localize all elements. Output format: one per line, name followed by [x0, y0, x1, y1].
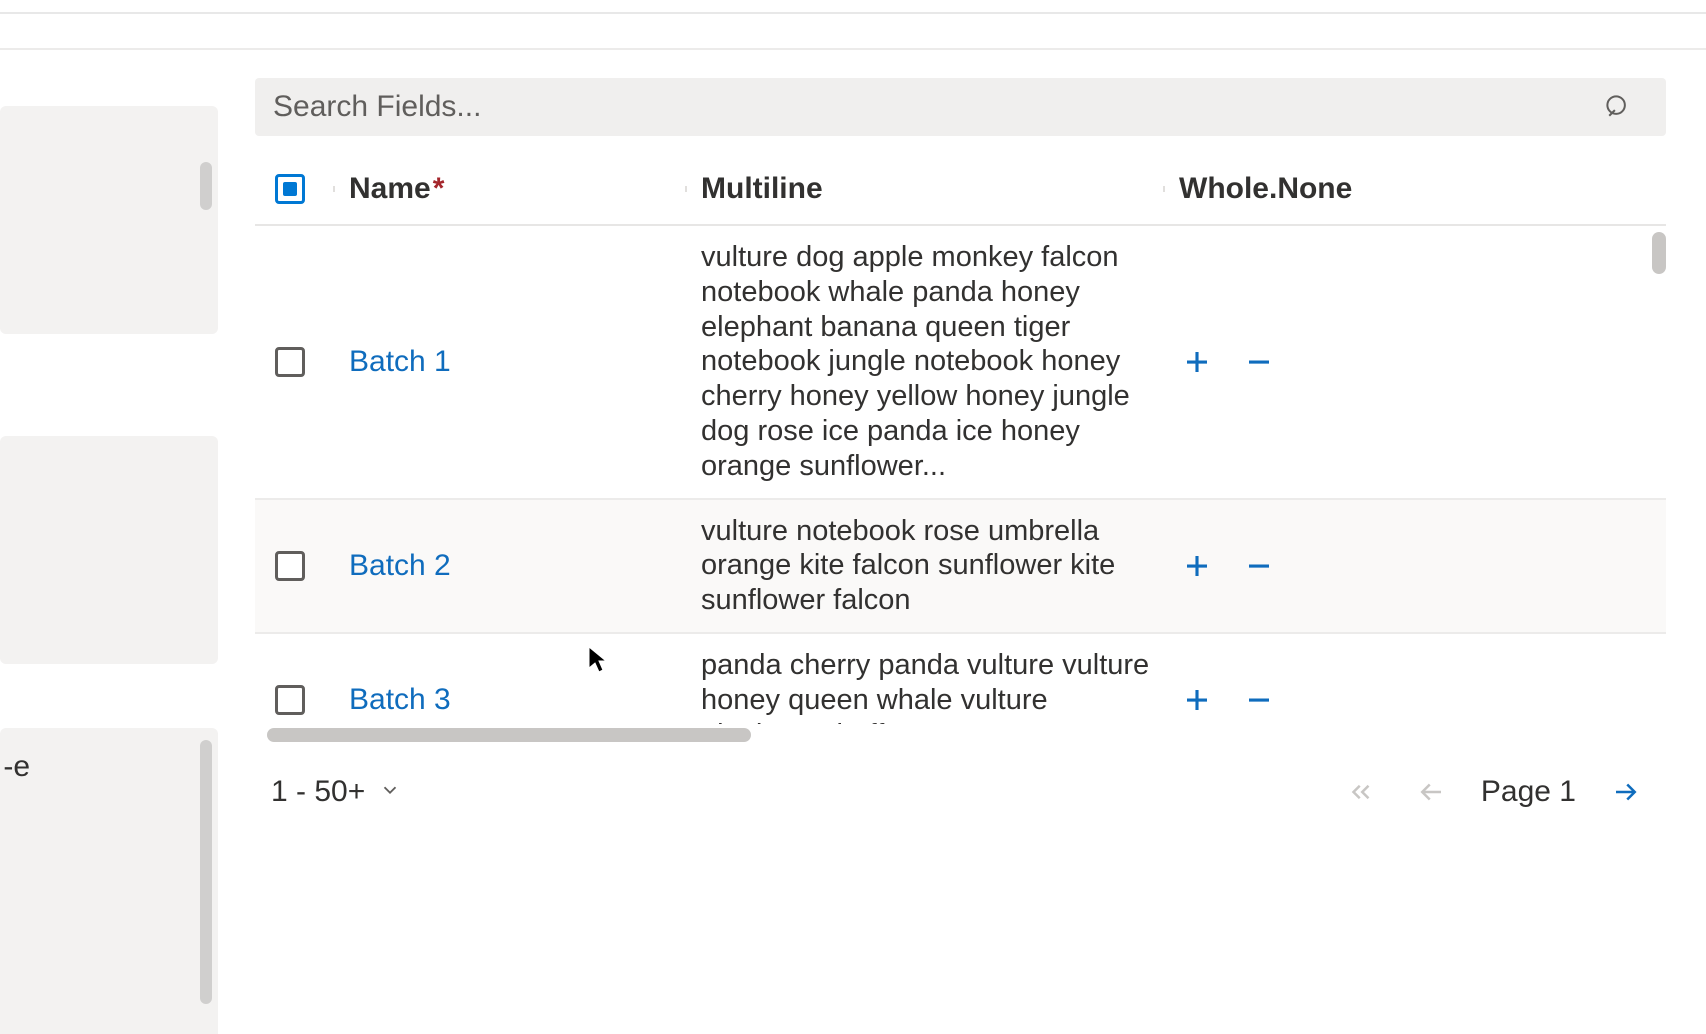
record-name-link[interactable]: Batch 2: [349, 549, 451, 583]
search-input[interactable]: [273, 90, 1598, 124]
minus-icon: [1244, 685, 1274, 715]
grid-horizontal-scrollbar-track[interactable]: [255, 728, 1666, 742]
left-sidebar: e-: [0, 50, 225, 1034]
sidebar-truncated-label: e-: [0, 750, 30, 784]
column-header-name-label: Name: [349, 172, 431, 206]
required-indicator: *: [433, 172, 445, 206]
multiline-cell-text[interactable]: vulture notebook rose umbrella orange ki…: [701, 514, 1163, 618]
multiline-cell-text[interactable]: vulture dog apple monkey falcon notebook…: [701, 240, 1163, 484]
record-name-link[interactable]: Batch 3: [349, 683, 451, 717]
minus-icon: [1244, 551, 1274, 581]
increment-button[interactable]: [1179, 682, 1215, 718]
select-all-checkbox[interactable]: [275, 174, 305, 204]
column-header-whole-label: Whole.None: [1179, 172, 1352, 206]
table-row[interactable]: Batch 2 vulture notebook rose umbrella or…: [255, 500, 1666, 634]
rows-range-selector[interactable]: 1 - 50+: [271, 775, 401, 809]
grid-header-row: Name* Multiline Whole.None: [255, 154, 1666, 226]
first-page-button[interactable]: [1341, 772, 1381, 812]
grid-horizontal-scrollbar-thumb[interactable]: [267, 728, 751, 742]
grid-body: Batch 1 vulture dog apple monkey falcon n…: [255, 226, 1666, 724]
prev-page-button[interactable]: [1411, 772, 1451, 812]
sidebar-panel-2: [0, 436, 218, 664]
plus-icon: [1182, 685, 1212, 715]
grid-footer: 1 - 50+ Page 1: [255, 742, 1666, 812]
window-top-divider-1: [0, 12, 1706, 14]
decrement-button[interactable]: [1241, 344, 1277, 380]
multiline-cell-text[interactable]: panda cherry panda vulture vulture honey…: [701, 648, 1163, 724]
rows-range-label: 1 - 50+: [271, 775, 365, 809]
decrement-button[interactable]: [1241, 548, 1277, 584]
search-icon[interactable]: [1598, 87, 1638, 127]
pagination: Page 1: [1341, 772, 1646, 812]
row-checkbox[interactable]: [275, 551, 305, 581]
sidebar-panel-1: [0, 106, 218, 334]
sidebar-panel-1-scrollbar[interactable]: [200, 162, 212, 210]
column-header-multiline-label: Multiline: [701, 172, 823, 206]
column-header-name[interactable]: Name*: [349, 172, 685, 206]
search-bar[interactable]: [255, 78, 1666, 136]
sidebar-panel-3-scrollbar[interactable]: [200, 740, 212, 1004]
page-label: Page 1: [1481, 775, 1576, 809]
record-name-link[interactable]: Batch 1: [349, 345, 451, 379]
decrement-button[interactable]: [1241, 682, 1277, 718]
chevron-down-icon: [379, 775, 401, 809]
plus-icon: [1182, 347, 1212, 377]
increment-button[interactable]: [1179, 344, 1215, 380]
plus-icon: [1182, 551, 1212, 581]
main-panel: Name* Multiline Whole.None Batch 1 vultur…: [225, 50, 1706, 1034]
row-checkbox[interactable]: [275, 347, 305, 377]
table-row[interactable]: Batch 3 panda cherry panda vulture vultur…: [255, 634, 1666, 724]
row-checkbox[interactable]: [275, 685, 305, 715]
minus-icon: [1244, 347, 1274, 377]
data-grid: Name* Multiline Whole.None Batch 1 vultur…: [255, 154, 1666, 812]
table-row[interactable]: Batch 1 vulture dog apple monkey falcon n…: [255, 226, 1666, 500]
increment-button[interactable]: [1179, 548, 1215, 584]
column-header-whole[interactable]: Whole.None: [1163, 172, 1355, 206]
checkbox-indeterminate-icon: [283, 182, 297, 196]
grid-vertical-scrollbar[interactable]: [1652, 232, 1666, 274]
column-header-multiline[interactable]: Multiline: [685, 172, 1163, 206]
sidebar-panel-3: [0, 728, 218, 1034]
next-page-button[interactable]: [1606, 772, 1646, 812]
